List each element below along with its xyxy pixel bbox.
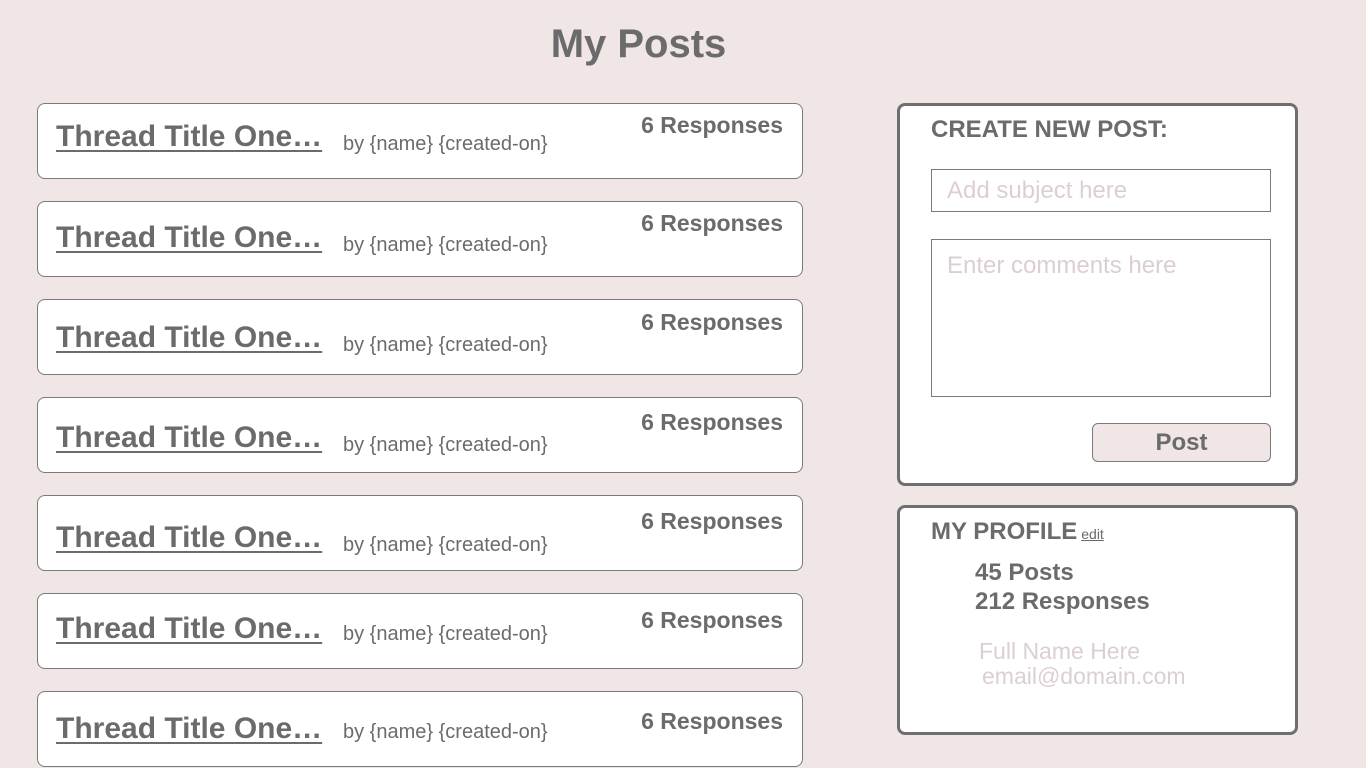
thread-responses-count: 6 Responses [641,210,783,236]
thread-card: Thread Title One… by {name} {created-on}… [37,593,803,669]
profile-heading-label: MY PROFILE [931,518,1078,545]
thread-card: Thread Title One… by {name} {created-on}… [37,299,803,375]
edit-profile-link[interactable]: edit [1081,526,1104,542]
thread-card: Thread Title One… by {name} {created-on}… [37,397,803,473]
thread-responses-count: 6 Responses [641,309,783,335]
thread-author-meta: by {name} {created-on} [343,133,548,155]
thread-card: Thread Title One… by {name} {created-on}… [37,495,803,571]
subject-input[interactable] [931,169,1271,212]
thread-title-link[interactable]: Thread Title One… [56,612,322,646]
thread-responses-count: 6 Responses [641,112,783,138]
thread-author-meta: by {name} {created-on} [343,623,548,645]
post-button[interactable]: Post [1092,423,1271,462]
posts-count: 45 Posts [975,559,1074,586]
thread-title-link[interactable]: Thread Title One… [56,712,322,746]
thread-author-meta: by {name} {created-on} [343,721,548,743]
thread-author-meta: by {name} {created-on} [343,234,548,256]
profile-panel: MY PROFILE edit 45 Posts 212 Responses Fu… [897,505,1298,735]
comments-textarea[interactable] [931,239,1271,397]
responses-count: 212 Responses [975,588,1150,615]
profile-full-name: Full Name Here [979,638,1141,664]
thread-author-meta: by {name} {created-on} [343,534,548,556]
thread-responses-count: 6 Responses [641,508,783,534]
thread-title-link[interactable]: Thread Title One… [56,321,322,355]
thread-author-meta: by {name} {created-on} [343,434,548,456]
thread-card: Thread Title One… by {name} {created-on}… [37,103,803,179]
profile-email: email@domain.com [982,663,1186,689]
create-post-panel: CREATE NEW POST: Post [897,103,1298,486]
create-post-heading: CREATE NEW POST: [931,116,1168,143]
thread-responses-count: 6 Responses [641,708,783,734]
thread-card: Thread Title One… by {name} {created-on}… [37,201,803,277]
profile-heading: MY PROFILE edit [931,518,1104,546]
page-title: My Posts [550,22,727,66]
thread-title-link[interactable]: Thread Title One… [56,120,322,154]
thread-title-link[interactable]: Thread Title One… [56,221,322,255]
thread-responses-count: 6 Responses [641,409,783,435]
thread-author-meta: by {name} {created-on} [343,334,548,356]
thread-title-link[interactable]: Thread Title One… [56,521,322,555]
thread-card: Thread Title One… by {name} {created-on}… [37,691,803,767]
thread-responses-count: 6 Responses [641,607,783,633]
thread-title-link[interactable]: Thread Title One… [56,421,322,455]
